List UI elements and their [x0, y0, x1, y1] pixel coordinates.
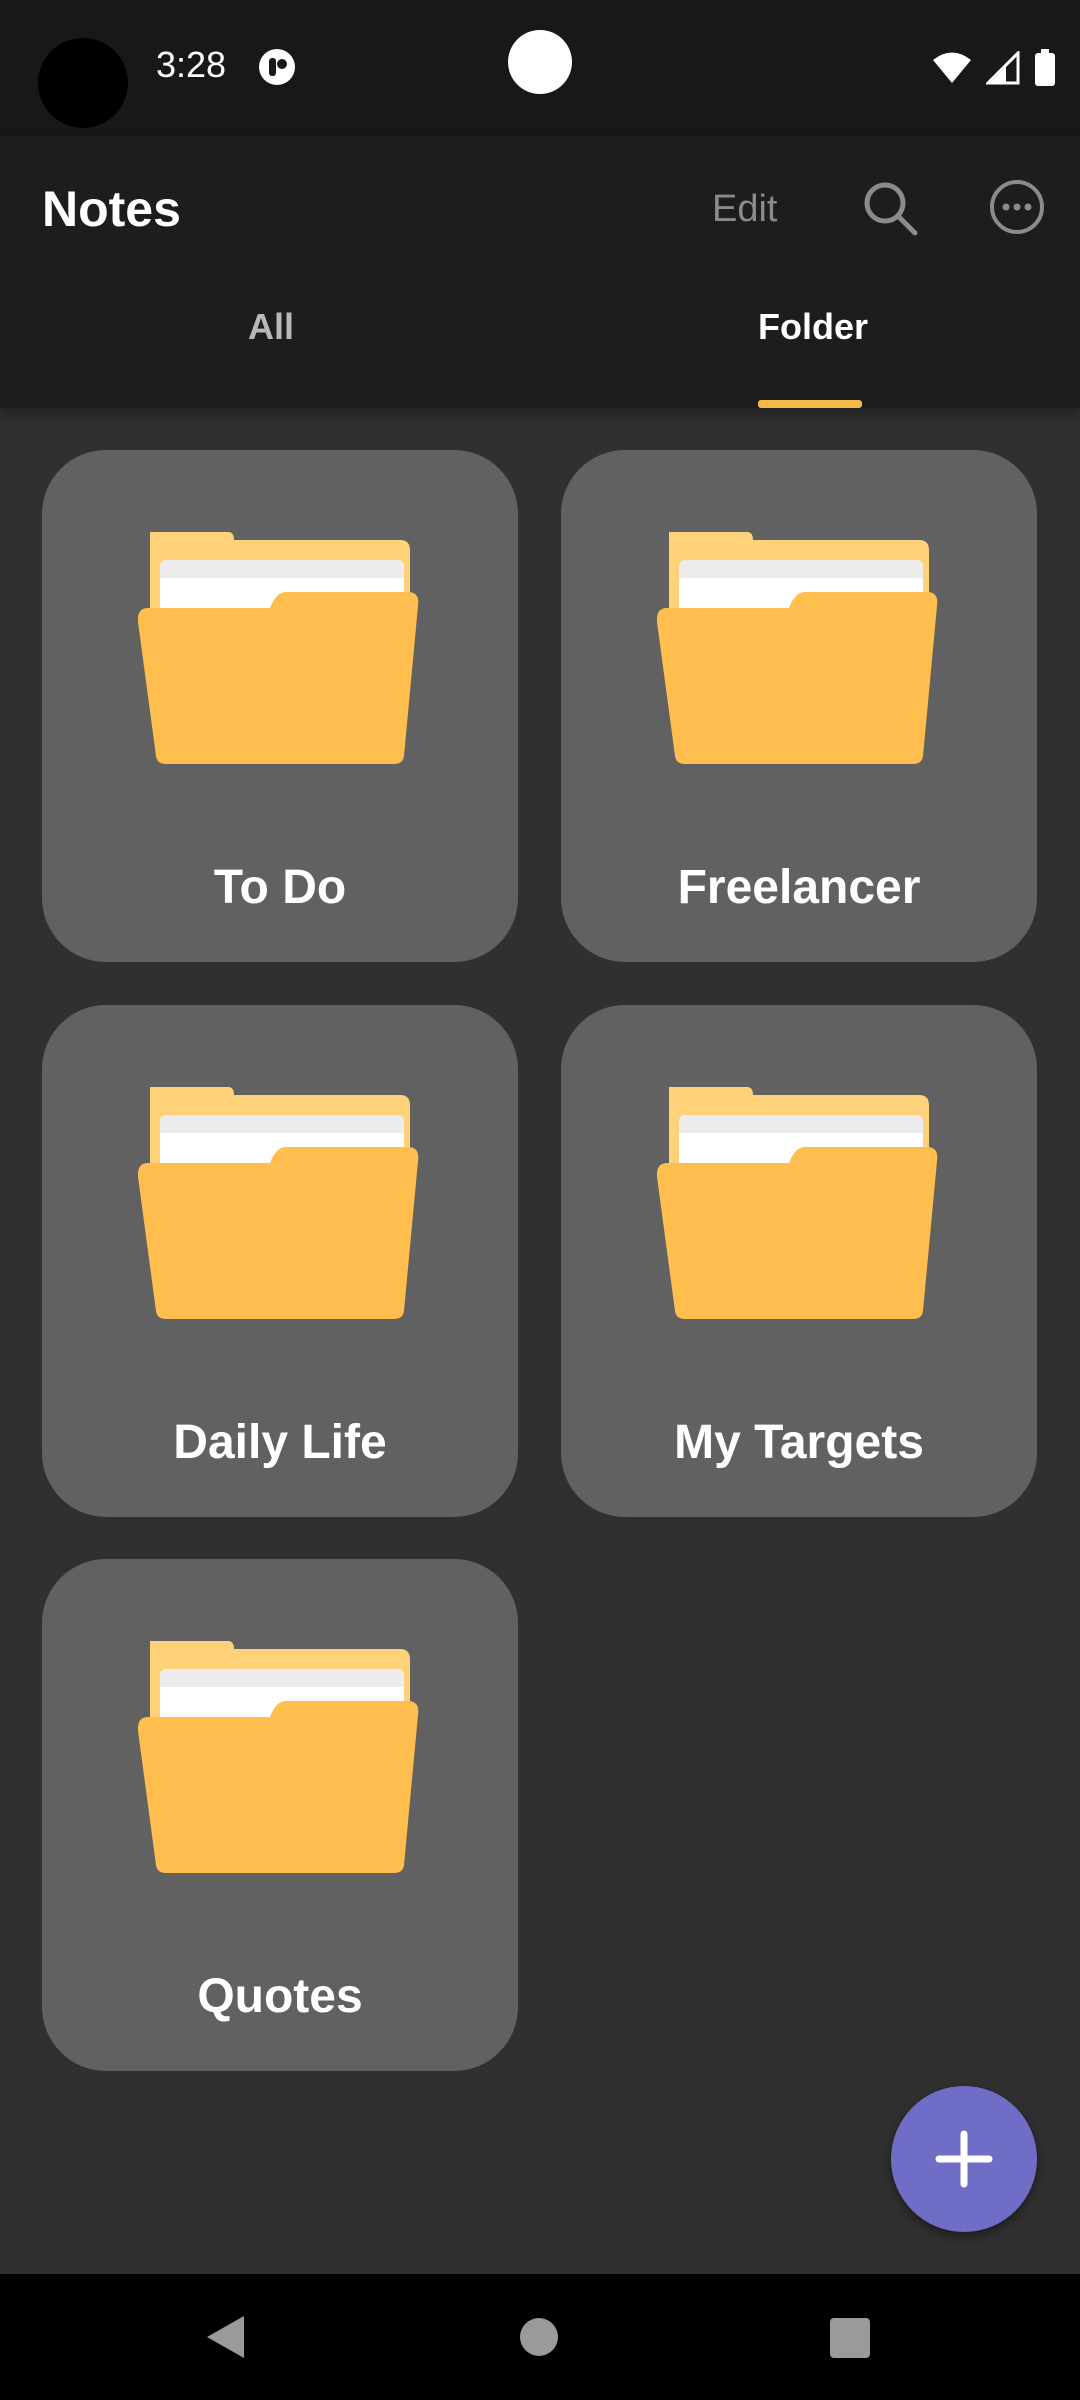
folder-card-quotes[interactable]: Quotes: [42, 1559, 518, 2071]
top-app-bar: Notes Edit All Folder: [0, 136, 1080, 408]
folder-icon: [138, 1087, 419, 1319]
search-icon[interactable]: [860, 178, 920, 238]
plus-icon: [935, 2130, 993, 2188]
folder-icon: [657, 1087, 938, 1319]
status-time: 3:28: [156, 44, 227, 85]
app-notification-icon: [259, 49, 295, 85]
folder-card-to-do[interactable]: To Do: [42, 450, 518, 962]
folder-name: Quotes: [197, 1970, 363, 2023]
cellular-signal-icon: [986, 51, 1020, 85]
folder-card-daily-life[interactable]: Daily Life: [42, 1005, 518, 1517]
status-bar: 3:28: [0, 0, 1080, 136]
notes-screen: 3:28 Notes Edit All Folder To Do Freelan…: [0, 0, 1080, 2400]
folder-icon: [138, 1641, 419, 1873]
page-title: Notes: [42, 181, 181, 237]
recents-icon[interactable]: [830, 2318, 870, 2358]
home-icon[interactable]: [520, 2318, 558, 2356]
folder-name: To Do: [213, 861, 347, 914]
folder-name: Freelancer: [677, 861, 921, 914]
folder-card-my-targets[interactable]: My Targets: [561, 1005, 1037, 1517]
tab-folder[interactable]: Folder: [758, 306, 868, 348]
system-navigation-bar: [0, 2274, 1080, 2400]
add-folder-button[interactable]: [891, 2086, 1037, 2232]
folder-icon: [138, 532, 419, 764]
front-camera: [508, 30, 572, 94]
wifi-icon: [933, 52, 971, 83]
tab-selected-indicator: [758, 400, 862, 408]
edit-button[interactable]: Edit: [712, 188, 777, 231]
folder-name: Daily Life: [173, 1416, 387, 1469]
battery-icon: [1035, 49, 1055, 86]
more-options-icon[interactable]: [988, 178, 1046, 236]
folder-name: My Targets: [674, 1416, 924, 1469]
folder-icon: [657, 532, 938, 764]
back-icon[interactable]: [204, 2314, 246, 2360]
folder-card-freelancer[interactable]: Freelancer: [561, 450, 1037, 962]
tab-all[interactable]: All: [248, 306, 294, 348]
camera-cutout: [38, 38, 128, 128]
status-icons: [932, 48, 1056, 88]
